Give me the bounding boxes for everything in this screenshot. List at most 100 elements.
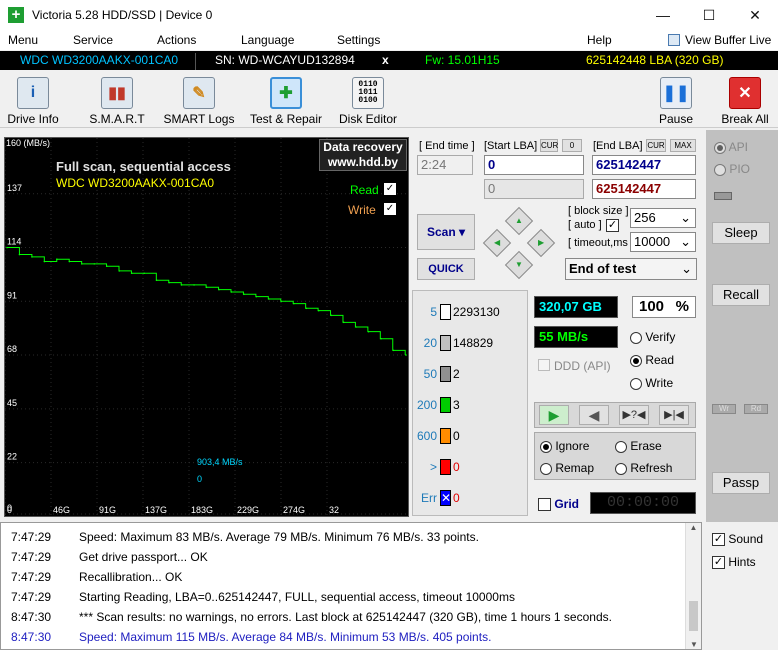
disk-editor-button[interactable]: 0110 1011 0100 Disk Editor bbox=[336, 76, 400, 128]
sound-checkbox[interactable]: ✓ bbox=[712, 533, 725, 547]
erase-radio[interactable] bbox=[615, 440, 627, 453]
scroll-down-icon[interactable]: ▼ bbox=[686, 640, 702, 649]
sound-option[interactable]: ✓ Sound bbox=[712, 532, 763, 547]
drive-firmware: Fw: 15.01H15 bbox=[425, 53, 500, 67]
timeout-select[interactable]: 10000 ⌄ bbox=[630, 232, 696, 252]
menu-service[interactable]: Service bbox=[73, 33, 113, 47]
api-option[interactable]: API bbox=[714, 140, 748, 154]
current-end-lba-field: 625142447 bbox=[592, 179, 696, 199]
menu-actions[interactable]: Actions bbox=[157, 33, 196, 47]
skip-unknown-icon[interactable]: ▶?◀ bbox=[619, 405, 649, 425]
break-all-button[interactable]: ✕ Break All bbox=[718, 76, 772, 128]
count-color-swatch: ✕ bbox=[440, 490, 452, 506]
end-time-field[interactable]: 2:24 bbox=[417, 155, 473, 175]
start-lba-input[interactable]: 0 bbox=[484, 155, 584, 175]
play-icon[interactable]: ▶ bbox=[539, 405, 569, 425]
maximize-button[interactable]: ☐ bbox=[686, 0, 732, 30]
start-zero-button[interactable]: 0 bbox=[562, 139, 582, 152]
read-speed-point bbox=[31, 256, 33, 258]
title-bar: + Victoria 5.28 HDD/SSD | Device 0 — ☐ ✕ bbox=[0, 0, 778, 30]
opt-refresh[interactable]: Refresh bbox=[615, 461, 672, 475]
drive-info-button[interactable]: i Drive Info bbox=[4, 76, 62, 128]
menu-help[interactable]: Help bbox=[587, 33, 612, 47]
smart-button[interactable]: ▮▮ S.M.A.R.T bbox=[82, 76, 152, 128]
remap-radio[interactable] bbox=[540, 462, 552, 475]
ignore-radio[interactable] bbox=[540, 440, 552, 453]
write-checkbox[interactable]: ✓ bbox=[384, 203, 396, 215]
arrow-right-icon[interactable]: ▶ bbox=[526, 228, 556, 258]
end-cur-button[interactable]: CUR bbox=[646, 139, 666, 152]
sleep-button[interactable]: Sleep bbox=[712, 222, 770, 244]
end-lba-input[interactable]: 625142447 bbox=[592, 155, 696, 175]
read-checkbox[interactable]: ✓ bbox=[384, 183, 396, 195]
write-radio[interactable] bbox=[630, 377, 642, 390]
close-drive-x[interactable]: x bbox=[382, 53, 389, 67]
buffer-icon bbox=[668, 34, 680, 46]
pause-button[interactable]: ❚❚ Pause bbox=[654, 76, 698, 128]
opt-ignore[interactable]: Ignore bbox=[540, 439, 589, 453]
test-repair-button[interactable]: ✚ Test & Repair bbox=[246, 76, 326, 128]
opt-remap[interactable]: Remap bbox=[540, 461, 594, 475]
pio-radio[interactable] bbox=[714, 163, 726, 176]
verify-label: Verify bbox=[645, 330, 676, 344]
smart-logs-button[interactable]: ✎ SMART Logs bbox=[162, 76, 236, 128]
scroll-thumb[interactable] bbox=[689, 601, 698, 631]
api-label: API bbox=[728, 140, 749, 154]
hints-label: Hints bbox=[728, 555, 756, 569]
log-message: Starting Reading, LBA=0..625142447, FULL… bbox=[79, 590, 515, 604]
arrow-down-icon[interactable]: ▼ bbox=[504, 250, 534, 280]
grid-toggle[interactable]: Grid bbox=[538, 497, 579, 512]
pio-option[interactable]: PIO bbox=[714, 162, 750, 176]
read-speed-point bbox=[355, 326, 357, 328]
mode-read[interactable]: Read bbox=[630, 353, 674, 367]
read-speed-point bbox=[405, 354, 407, 356]
minimize-button[interactable]: — bbox=[640, 0, 686, 30]
hints-checkbox[interactable]: ✓ bbox=[712, 556, 725, 570]
count-value: 0 bbox=[453, 491, 460, 505]
y-tick-label: 68 bbox=[7, 344, 17, 354]
menu-settings[interactable]: Settings bbox=[337, 33, 380, 47]
skip-end-icon[interactable]: ▶|◀ bbox=[659, 405, 689, 425]
read-speed-point bbox=[380, 337, 382, 340]
log-panel[interactable]: 7:47:29 Speed: Maximum 83 MB/s. Average 7… bbox=[0, 522, 702, 650]
read-speed-point bbox=[180, 284, 183, 286]
start-cur-button[interactable]: CUR bbox=[540, 139, 558, 152]
verify-radio[interactable] bbox=[630, 331, 642, 344]
end-time-label: [ End time ] bbox=[419, 140, 475, 152]
scroll-up-icon[interactable]: ▲ bbox=[686, 523, 701, 532]
end-max-button[interactable]: MAX bbox=[670, 139, 696, 152]
scan-button[interactable]: Scan ▾ bbox=[417, 214, 475, 250]
elapsed-timer: 00:00:00 bbox=[590, 492, 696, 514]
ddd-checkbox[interactable] bbox=[538, 359, 550, 371]
count-label: 5 bbox=[430, 305, 437, 319]
mode-write[interactable]: Write bbox=[630, 376, 673, 390]
rewind-icon[interactable]: ◀ bbox=[579, 405, 609, 425]
grid-checkbox[interactable] bbox=[538, 498, 551, 512]
read-speed-point bbox=[56, 258, 58, 261]
view-buffer-live[interactable]: View Buffer Live bbox=[685, 33, 771, 47]
end-of-test-select[interactable]: End of test ⌄ bbox=[565, 258, 697, 280]
playback-controls: ▶ ◀ ▶?◀ ▶|◀ bbox=[534, 402, 696, 428]
passp-button[interactable]: Passp bbox=[712, 472, 770, 494]
log-scrollbar[interactable]: ▲ ▼ bbox=[685, 523, 701, 649]
graph-speed-zero: 0 bbox=[197, 474, 203, 484]
read-speed-point bbox=[18, 253, 21, 256]
log-time: 8:47:30 bbox=[11, 630, 52, 644]
arrow-left-icon[interactable]: ◀ bbox=[482, 228, 512, 258]
close-button[interactable]: ✕ bbox=[732, 0, 778, 30]
arrow-up-icon[interactable]: ▲ bbox=[504, 206, 534, 236]
hints-option[interactable]: ✓ Hints bbox=[712, 555, 756, 570]
read-radio[interactable] bbox=[630, 354, 642, 367]
test-repair-label: Test & Repair bbox=[249, 112, 323, 126]
api-radio[interactable] bbox=[714, 141, 726, 154]
data-recovery-box[interactable]: Data recovery www.hdd.by bbox=[319, 139, 407, 171]
menu-menu[interactable]: Menu bbox=[8, 33, 38, 47]
opt-erase[interactable]: Erase bbox=[615, 439, 662, 453]
recall-button[interactable]: Recall bbox=[712, 284, 770, 306]
mode-verify[interactable]: Verify bbox=[630, 330, 675, 344]
quick-button[interactable]: QUICK bbox=[417, 258, 475, 280]
refresh-radio[interactable] bbox=[615, 462, 627, 475]
block-size-select[interactable]: 256 ⌄ bbox=[630, 208, 696, 228]
auto-checkbox[interactable]: ✓ bbox=[606, 219, 619, 232]
menu-language[interactable]: Language bbox=[241, 33, 294, 47]
